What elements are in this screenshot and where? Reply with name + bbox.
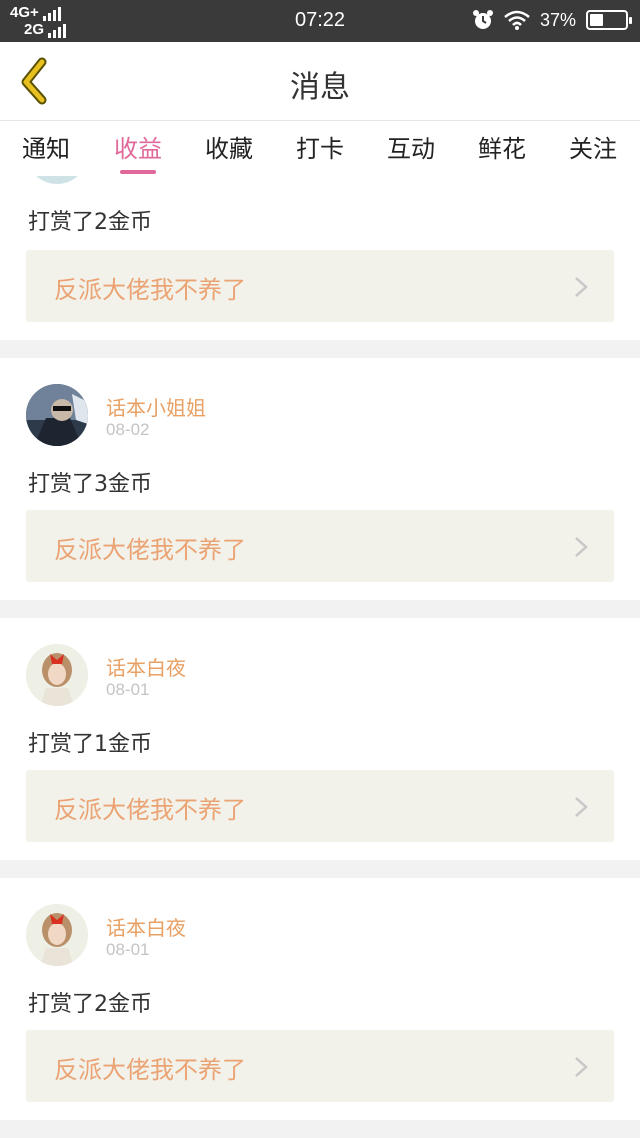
list-item: 话本白夜 08-01 打赏了2金币 反派大佬我不养了 [0,878,640,1120]
alarm-icon [472,10,493,29]
book-title: 反派大佬我不养了 [54,536,246,564]
date: 08-01 [106,940,150,959]
nav-bar: 消息 [0,42,640,120]
battery-icon [586,10,632,30]
date: 08-01 [106,680,150,699]
avatar[interactable] [26,384,88,446]
username[interactable]: 话本白夜 [106,912,186,941]
book-title: 反派大佬我不养了 [54,276,246,304]
reward-text: 打赏了1金币 [28,732,152,757]
battery-percent: 37% [539,9,576,30]
chevron-right-icon [575,797,588,817]
book-title: 反派大佬我不养了 [54,796,246,824]
username[interactable]: 话本小姐姐 [106,392,206,421]
list-item: 话本小姐姐 08-02 打赏了3金币 反派大佬我不养了 [0,358,640,600]
tab-earnings[interactable]: 收益 [98,129,178,174]
avatar[interactable] [26,644,88,706]
reward-text: 打赏了2金币 [28,210,152,235]
tab-following[interactable]: 关注 [553,129,633,164]
avatar[interactable] [26,176,88,184]
list-item: 话本白夜 08-01 打赏了1金币 反派大佬我不养了 [0,618,640,860]
book-link[interactable]: 反派大佬我不养了 [26,770,614,842]
tab-notifications[interactable]: 通知 [6,129,86,164]
tab-interactions[interactable]: 互动 [371,129,451,164]
status-bar: 4G+ 2G 07:22 37% [0,0,640,42]
avatar[interactable] [26,904,88,966]
chevron-right-icon [575,1057,588,1077]
page-title: 消息 [290,70,350,105]
earnings-feed[interactable]: 打赏了2金币 反派大佬我不养了 话本小姐姐 08-02 打赏了3金币 反派大佬我… [0,176,640,1138]
tab-bar: 通知 收益 收藏 打卡 互动 鲜花 关注 [0,120,640,176]
book-title: 反派大佬我不养了 [54,1056,246,1084]
date: 08-02 [106,420,150,439]
reward-text: 打赏了3金币 [28,472,152,497]
wifi-icon [504,10,530,30]
tab-checkin[interactable]: 打卡 [280,129,360,164]
list-item: 打赏了2金币 反派大佬我不养了 [0,176,640,340]
book-link[interactable]: 反派大佬我不养了 [26,1030,614,1102]
username[interactable]: 话本白夜 [106,652,186,681]
reward-text: 打赏了2金币 [28,992,152,1017]
book-link[interactable]: 反派大佬我不养了 [26,250,614,322]
tab-flowers[interactable]: 鲜花 [462,129,542,164]
tab-favorites[interactable]: 收藏 [189,129,269,164]
chevron-right-icon [575,537,588,557]
chevron-right-icon [575,277,588,297]
book-link[interactable]: 反派大佬我不养了 [26,510,614,582]
